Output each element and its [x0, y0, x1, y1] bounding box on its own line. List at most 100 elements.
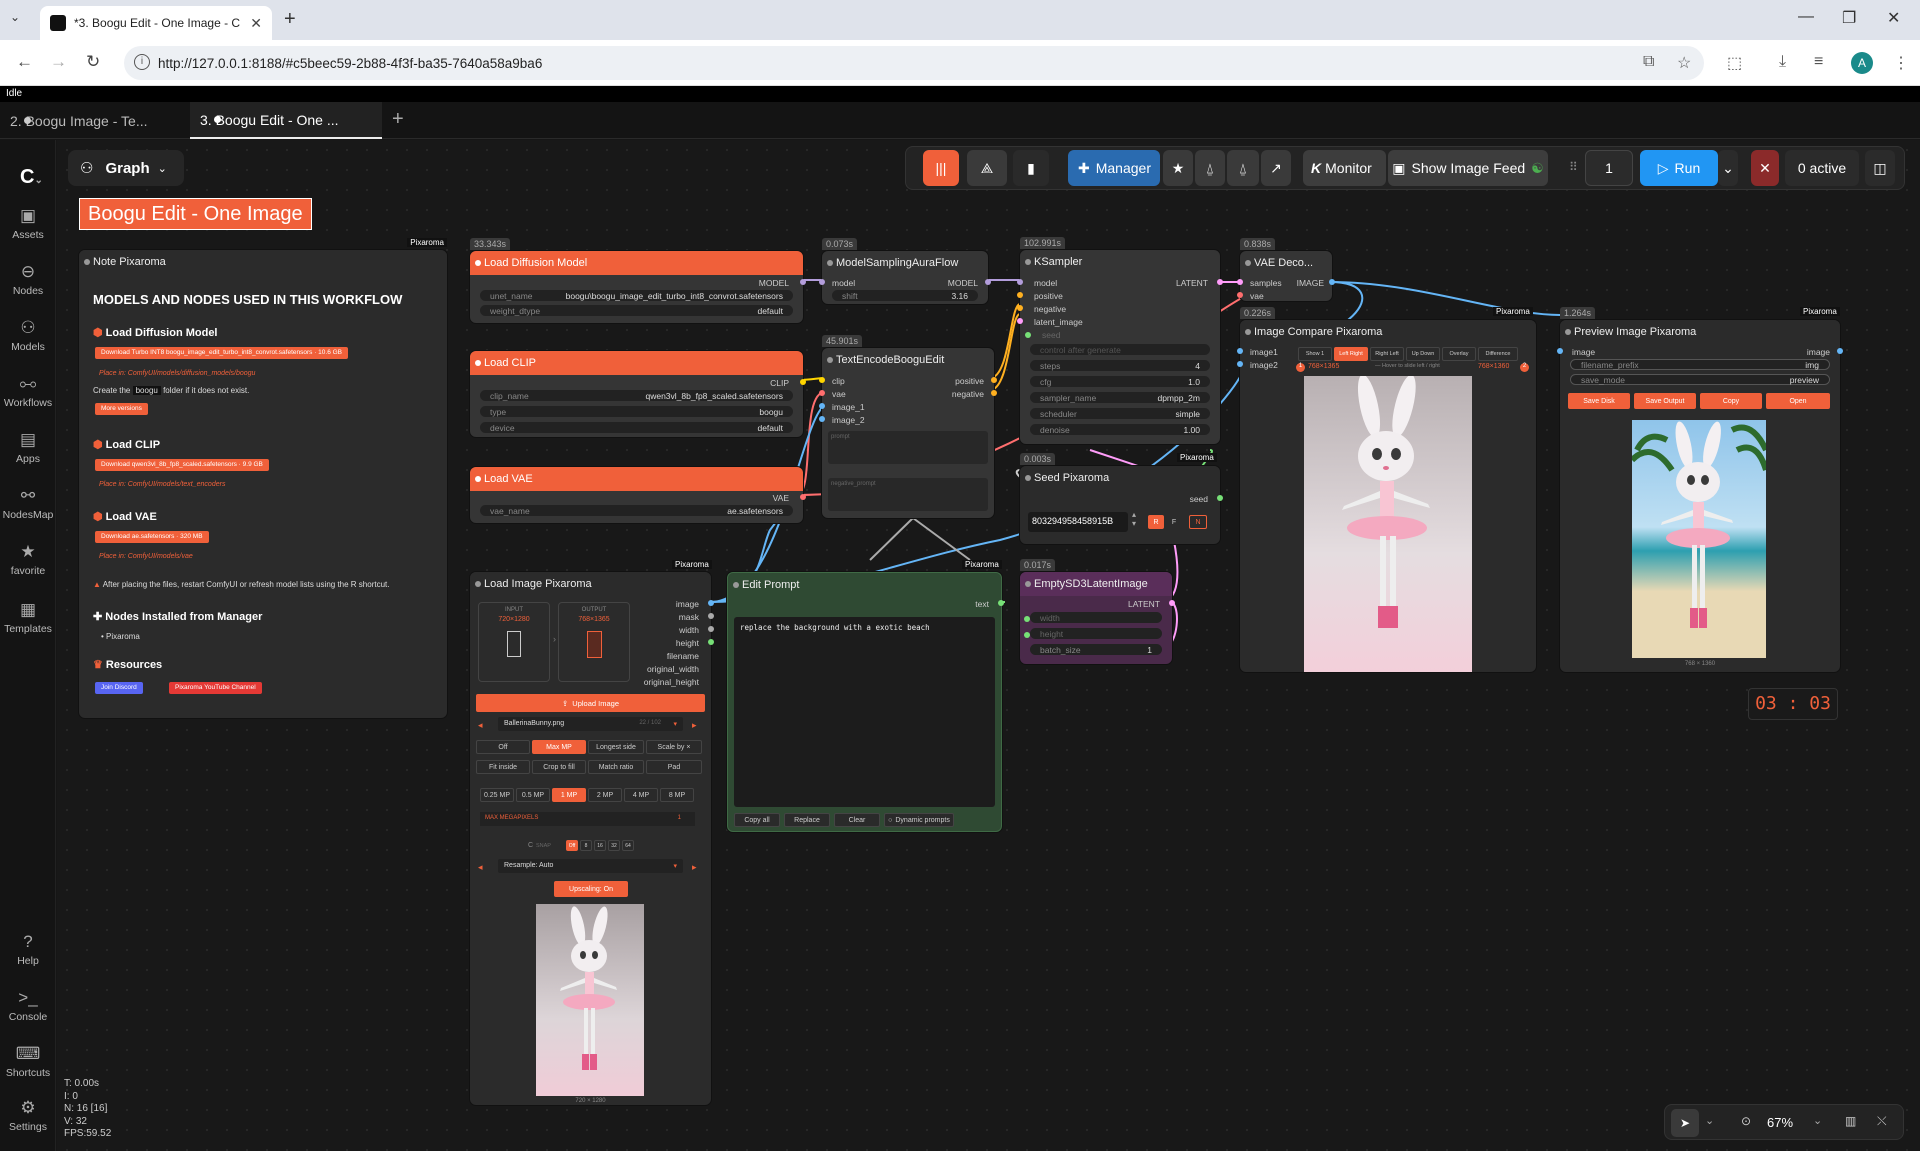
- share-button[interactable]: ↗: [1261, 150, 1291, 186]
- sampler-name-widget[interactable]: sampler_name dpmpp_2m: [1030, 392, 1210, 403]
- input-slot[interactable]: [819, 279, 825, 285]
- vae-decode-node[interactable]: VAE Deco... samples vae IMAGE: [1237, 251, 1335, 301]
- output-slot[interactable]: [800, 279, 806, 285]
- output-clip[interactable]: CLIP: [770, 378, 789, 388]
- snap-32-button[interactable]: 32: [608, 840, 620, 851]
- output-slot[interactable]: [708, 613, 714, 619]
- mp-0-25-button[interactable]: 0.25 MP: [480, 788, 514, 802]
- output-original-height[interactable]: original_height: [644, 677, 699, 687]
- output-width[interactable]: width: [679, 625, 699, 635]
- cancel-run-button[interactable]: ✕: [1751, 150, 1779, 186]
- upscaling-toggle[interactable]: Upscaling: On: [554, 881, 628, 897]
- node-header[interactable]: Image Compare Pixaroma: [1240, 320, 1536, 344]
- output-latent[interactable]: LATENT: [1128, 599, 1160, 609]
- input-model[interactable]: model: [1034, 278, 1057, 288]
- input-slot[interactable]: [1017, 305, 1023, 311]
- clear-button[interactable]: Clear: [834, 813, 880, 827]
- download-link[interactable]: Download Turbo INT8 boogu_image_edit_tur…: [95, 347, 349, 359]
- input-latent-image[interactable]: latent_image: [1034, 317, 1083, 327]
- save-output-button[interactable]: Save Output: [1634, 393, 1696, 409]
- discord-button[interactable]: Join Discord: [95, 682, 143, 694]
- seed-fixed-button[interactable]: F: [1166, 515, 1182, 529]
- zoom-menu-icon[interactable]: ⌄: [1813, 1114, 1822, 1127]
- file-select[interactable]: BallerinaBunny.png 22 / 102 ▾: [498, 717, 683, 731]
- node-header[interactable]: Note Pixaroma: [79, 250, 447, 274]
- unet-name-widget[interactable]: unet_name boogu\boogu_image_edit_turbo_in…: [480, 290, 793, 301]
- queue-status[interactable]: 0 active: [1785, 150, 1859, 186]
- input-vae[interactable]: vae: [1250, 291, 1264, 301]
- node-header[interactable]: Load VAE: [470, 467, 803, 491]
- output-slot[interactable]: [991, 377, 997, 383]
- output-original-width[interactable]: original_width: [647, 664, 699, 674]
- fit-off-button[interactable]: Off: [476, 740, 530, 754]
- copy-all-button[interactable]: Copy all: [734, 813, 780, 827]
- input-slot[interactable]: [819, 416, 825, 422]
- preview-image[interactable]: [1632, 420, 1766, 658]
- seed-new-button[interactable]: N: [1189, 515, 1207, 529]
- manager-button[interactable]: ✚ Manager: [1068, 150, 1160, 186]
- scheduler-widget[interactable]: scheduler simple: [1030, 408, 1210, 419]
- output-seed[interactable]: seed: [1190, 494, 1208, 504]
- input-image[interactable]: image: [1572, 347, 1595, 357]
- input-seed[interactable]: seed: [1042, 330, 1060, 340]
- steps-widget[interactable]: steps 4: [1030, 360, 1210, 371]
- input-positive[interactable]: positive: [1034, 291, 1063, 301]
- node-header[interactable]: Edit Prompt: [728, 573, 1001, 597]
- output-slot[interactable]: [708, 600, 714, 606]
- input-slot[interactable]: [819, 377, 825, 383]
- more-versions-button[interactable]: More versions: [95, 403, 148, 415]
- input-slot[interactable]: [1017, 279, 1023, 285]
- download-link[interactable]: Download qwen3vl_8b_fp8_scaled.safetenso…: [95, 459, 269, 471]
- output-filename[interactable]: filename: [667, 651, 699, 661]
- seed-input[interactable]: 803294958458915B: [1028, 512, 1128, 532]
- input-slot[interactable]: [1237, 292, 1243, 298]
- select-tool-icon[interactable]: ➤: [1671, 1109, 1699, 1137]
- control-after-generate-widget[interactable]: control after generate: [1030, 344, 1210, 355]
- loaded-image[interactable]: [536, 904, 644, 1096]
- node-header[interactable]: KSampler: [1020, 250, 1220, 274]
- seed-pixaroma-node[interactable]: Seed Pixaroma seed 803294958458915B ▴ ▾ R…: [1020, 466, 1223, 544]
- cfg-widget[interactable]: cfg 1.0: [1030, 376, 1210, 387]
- load-clip-node[interactable]: Load CLIP CLIP clip_name qwen3vl_8b_fp8_s…: [470, 351, 806, 437]
- output-image[interactable]: IMAGE: [1297, 278, 1324, 288]
- output-slot[interactable]: [800, 379, 806, 385]
- output-height[interactable]: height: [676, 638, 699, 648]
- mp-1-button[interactable]: 1 MP: [552, 788, 586, 802]
- input-slot[interactable]: [1237, 348, 1243, 354]
- batch-count-input[interactable]: 1: [1585, 150, 1633, 186]
- output-slot[interactable]: [1217, 495, 1223, 501]
- snap-8-button[interactable]: 8: [580, 840, 592, 851]
- input-slot[interactable]: [819, 390, 825, 396]
- input-model[interactable]: model: [832, 278, 855, 288]
- mode-show1[interactable]: Show 1: [1298, 347, 1332, 361]
- seed-stepper-icon[interactable]: ▴ ▾: [1132, 510, 1136, 528]
- bookmark-button[interactable]: ▮: [1013, 150, 1049, 186]
- batch-size-widget[interactable]: batch_size 1: [1030, 644, 1162, 655]
- output-image[interactable]: image: [1807, 347, 1830, 357]
- denoise-widget[interactable]: denoise 1.00: [1030, 424, 1210, 435]
- prompt-textarea[interactable]: prompt: [828, 431, 988, 464]
- shift-widget[interactable]: shift 3.16: [832, 290, 978, 301]
- snap-64-button[interactable]: 64: [622, 840, 634, 851]
- input-image-2[interactable]: image_2: [832, 415, 865, 425]
- fit-view-icon[interactable]: ⊙: [1741, 1114, 1751, 1128]
- load-vae-node[interactable]: Load VAE VAE vae_name ae.safetensors: [470, 467, 806, 523]
- width-widget[interactable]: width: [1030, 612, 1162, 623]
- edit-prompt-textarea[interactable]: replace the background with a exotic bea…: [734, 617, 995, 807]
- mp-2-button[interactable]: 2 MP: [588, 788, 622, 802]
- workflow-title-group[interactable]: Boogu Edit - One Image: [79, 198, 312, 230]
- height-widget[interactable]: height: [1030, 628, 1162, 639]
- mode-up-down[interactable]: Up Down: [1406, 347, 1440, 361]
- input-slot[interactable]: [819, 403, 825, 409]
- mode-overlay[interactable]: Overlay: [1442, 347, 1476, 361]
- output-model[interactable]: MODEL: [759, 278, 789, 288]
- snap-off-button[interactable]: Off: [566, 840, 578, 851]
- empty-sd3-latent-image-node[interactable]: EmptySD3LatentImage LATENT width height …: [1020, 572, 1175, 664]
- resample-select[interactable]: Resample: Auto ▾: [498, 859, 683, 873]
- match-ratio-button[interactable]: Match ratio: [588, 760, 644, 774]
- output-slot[interactable]: [1169, 600, 1175, 606]
- mode-right-left[interactable]: Right Left: [1370, 347, 1404, 361]
- node-header[interactable]: EmptySD3LatentImage: [1020, 572, 1172, 596]
- vae-name-widget[interactable]: vae_name ae.safetensors: [480, 505, 793, 516]
- save-mode-widget[interactable]: save_mode preview: [1570, 374, 1830, 385]
